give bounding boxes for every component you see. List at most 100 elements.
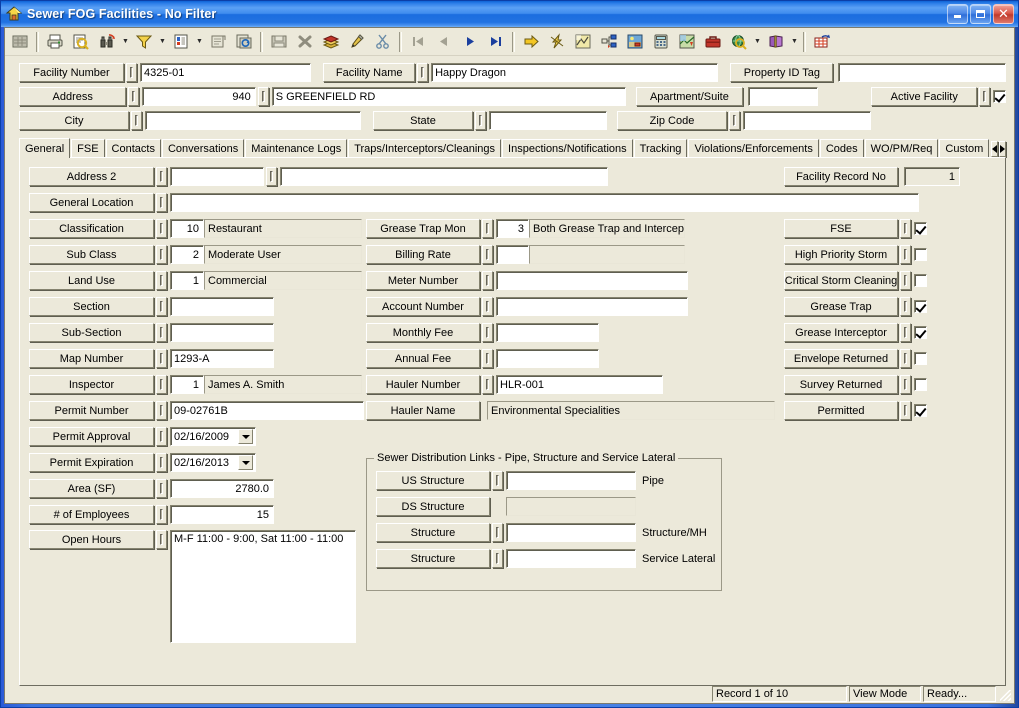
close-button[interactable]: ✕ — [993, 4, 1014, 24]
address2-value-input[interactable] — [280, 167, 608, 186]
print-preview-icon[interactable] — [69, 30, 93, 53]
property-id-tag-label[interactable]: Property ID Tag — [730, 63, 834, 82]
tab-traps-interceptors-cleanings[interactable]: Traps/Interceptors/Cleanings — [348, 139, 502, 157]
sub-section-lookup-button[interactable] — [156, 323, 167, 342]
active-facility-checkbox[interactable] — [993, 90, 1006, 103]
envelope-returned-label[interactable]: Envelope Returned — [784, 349, 898, 368]
permit-number-label[interactable]: Permit Number — [29, 401, 154, 420]
find-binoculars-icon[interactable] — [95, 30, 119, 53]
toolbox-icon[interactable] — [701, 30, 725, 53]
critical-storm-cleaning-nav-button[interactable] — [900, 271, 911, 290]
address-label[interactable]: Address — [19, 87, 127, 106]
tab-tracking[interactable]: Tracking — [633, 139, 688, 157]
zip-code-label[interactable]: Zip Code — [617, 111, 727, 130]
tab-custom[interactable]: Custom — [939, 139, 990, 157]
tab-maintenance-logs[interactable]: Maintenance Logs — [245, 139, 348, 157]
state-label[interactable]: State — [373, 111, 473, 130]
meter-number-input[interactable] — [496, 271, 688, 290]
billing-rate-lookup-button[interactable] — [482, 245, 493, 264]
grease-trap-mon-code-input[interactable]: 3 — [496, 219, 529, 238]
inspector-label[interactable]: Inspector — [29, 375, 154, 394]
apartment-suite-label[interactable]: Apartment/Suite — [635, 87, 744, 106]
first-record-icon[interactable] — [406, 30, 430, 53]
permitted-nav-button[interactable] — [900, 401, 911, 420]
general-location-lookup-button[interactable] — [156, 193, 167, 212]
land-use-label[interactable]: Land Use — [29, 271, 154, 290]
state-input[interactable] — [489, 111, 607, 130]
facility-number-input[interactable]: 4325-01 — [140, 63, 312, 82]
tab-inspections-notifications[interactable]: Inspections/Notifications — [502, 139, 633, 157]
annual-fee-label[interactable]: Annual Fee — [366, 349, 480, 368]
facility-name-label[interactable]: Facility Name — [323, 63, 416, 82]
export-icon[interactable] — [810, 30, 834, 53]
last-record-icon[interactable] — [484, 30, 508, 53]
permitted-label[interactable]: Permitted — [784, 401, 898, 420]
grease-interceptor-checkbox[interactable] — [914, 326, 927, 339]
refresh-icon[interactable] — [232, 30, 256, 53]
open-hours-textarea[interactable]: M-F 11:00 - 9:00, Sat 11:00 - 11:00 — [170, 530, 356, 643]
chevron-down-icon-2[interactable] — [238, 455, 253, 470]
facility-number-label[interactable]: Facility Number — [19, 63, 124, 82]
general-location-input[interactable] — [170, 193, 919, 212]
minimize-button[interactable] — [947, 4, 968, 24]
permit-expiration-date-picker[interactable]: 02/16/2013 — [170, 453, 256, 472]
survey-returned-checkbox[interactable] — [914, 378, 927, 391]
annual-fee-nav-button[interactable] — [482, 349, 493, 368]
address2-label[interactable]: Address 2 — [29, 167, 154, 186]
us-structure-input[interactable] — [506, 471, 636, 490]
permitted-checkbox[interactable] — [914, 404, 927, 417]
structure-mh-label[interactable]: Structure — [376, 523, 490, 542]
edit-pencil-icon[interactable] — [345, 30, 369, 53]
filter-funnel-icon[interactable] — [132, 30, 156, 53]
meter-number-lookup-button[interactable] — [482, 271, 493, 290]
globe-search-icon[interactable] — [727, 30, 751, 53]
next-record-icon[interactable] — [458, 30, 482, 53]
grease-trap-mon-lookup-button[interactable] — [482, 219, 493, 238]
critical-storm-cleaning-label[interactable]: Critical Storm Cleaning — [784, 271, 898, 290]
filter-dropdown-arrow-icon[interactable]: ▼ — [157, 30, 168, 53]
previous-record-icon[interactable] — [432, 30, 456, 53]
city-label[interactable]: City — [19, 111, 129, 130]
high-priority-storm-checkbox[interactable] — [914, 248, 927, 261]
goto-arrow-icon[interactable] — [519, 30, 543, 53]
critical-storm-cleaning-checkbox[interactable] — [914, 274, 927, 287]
globe-dropdown-arrow-icon[interactable]: ▼ — [752, 30, 763, 53]
hauler-number-lookup-button[interactable] — [482, 375, 493, 394]
address-street-input[interactable]: S GREENFIELD RD — [271, 87, 626, 106]
facility-record-no-label[interactable]: Facility Record No — [784, 167, 898, 186]
book-icon[interactable] — [764, 30, 788, 53]
account-number-lookup-button[interactable] — [482, 297, 493, 316]
city-input[interactable] — [145, 111, 361, 130]
classification-lookup-button[interactable] — [156, 219, 167, 238]
tab-conversations[interactable]: Conversations — [161, 139, 245, 157]
apartment-suite-input[interactable] — [748, 87, 819, 106]
envelope-returned-nav-button[interactable] — [900, 349, 911, 368]
service-lateral-input[interactable] — [506, 549, 636, 568]
classification-label[interactable]: Classification — [29, 219, 154, 238]
tab-codes[interactable]: Codes — [819, 139, 864, 157]
zip-code-input[interactable] — [743, 111, 871, 130]
area-sf-nav-button[interactable] — [156, 479, 167, 498]
us-structure-lookup-button[interactable] — [492, 471, 503, 490]
facility-number-lookup-button[interactable] — [126, 63, 137, 82]
meter-number-label[interactable]: Meter Number — [366, 271, 480, 290]
service-lateral-lookup-button[interactable] — [492, 549, 503, 568]
maximize-button[interactable] — [970, 4, 991, 24]
cut-scissors-icon[interactable] — [371, 30, 395, 53]
grease-interceptor-nav-button[interactable] — [900, 323, 911, 342]
classification-code-input[interactable]: 10 — [170, 219, 204, 238]
delete-x-icon[interactable] — [293, 30, 317, 53]
high-priority-storm-nav-button[interactable] — [900, 245, 911, 264]
find-dropdown-arrow-icon[interactable]: ▼ — [120, 30, 131, 53]
employees-nav-button[interactable] — [156, 505, 167, 524]
tab-scroll-right-button[interactable] — [999, 141, 1007, 157]
section-input[interactable] — [170, 297, 274, 316]
image-icon[interactable] — [623, 30, 647, 53]
permit-number-input[interactable]: 09-02761B — [170, 401, 364, 420]
fse-label[interactable]: FSE — [784, 219, 898, 238]
account-number-label[interactable]: Account Number — [366, 297, 480, 316]
map-number-input[interactable]: 1293-A — [170, 349, 274, 368]
permit-approval-date-picker[interactable]: 02/16/2009 — [170, 427, 256, 446]
land-use-code-input[interactable]: 1 — [170, 271, 204, 290]
lightning-icon[interactable] — [545, 30, 569, 53]
